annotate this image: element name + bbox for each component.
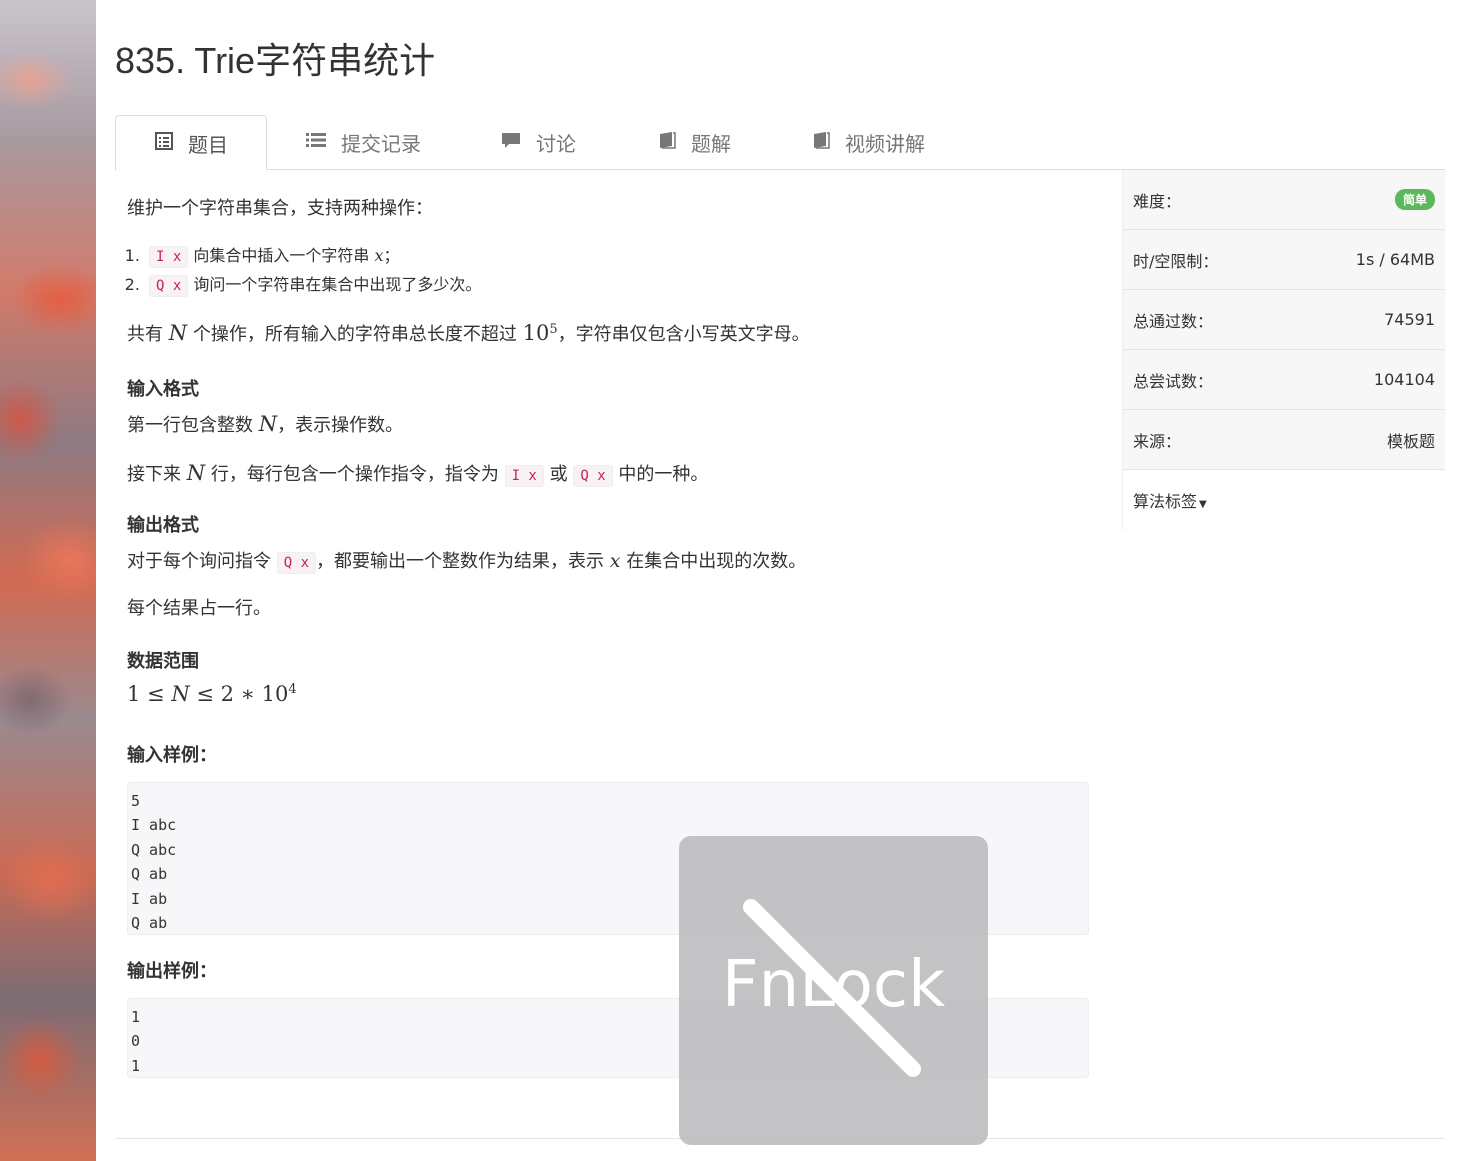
problem-description: 维护一个字符串集合，支持两种操作： I x 向集合中插入一个字符串 x； Q x… (127, 195, 1092, 711)
tab-discussion[interactable]: 讨论 (500, 115, 576, 169)
output-line1: 对于每个询问指令 Q x ，都要输出一个整数作为结果，表示 x 在集合中出现的次数… (127, 547, 1092, 576)
inline-code: Q x (276, 551, 317, 574)
source-row: 来源： 模板题 (1122, 410, 1445, 470)
source-label: 来源： (1133, 431, 1182, 451)
math-var: N (258, 411, 278, 436)
limit-value: 1s / 64MB (1355, 250, 1435, 269)
tab-video[interactable]: 视频讲解 (811, 115, 925, 169)
math-var: N (168, 321, 188, 345)
difficulty-label: 难度： (1133, 191, 1182, 211)
text: 个操作，所有输入的字符串总长度不超过 (192, 324, 517, 345)
input-line2: 接下来 N 行，每行包含一个操作指令，指令为 I x 或 Q x 中的一种。 (127, 458, 1092, 490)
book-icon (811, 130, 831, 155)
tab-label: 视频讲解 (845, 131, 925, 156)
algorithm-tags-dropdown[interactable]: 算法标签 ▼ (1122, 470, 1445, 530)
limit-label: 时/空限制： (1133, 251, 1219, 271)
math-var: N (171, 682, 190, 706)
inline-code: Q x (573, 465, 613, 487)
tab-bar: 题目 提交记录 讨论 题解 视频讲解 (115, 115, 1445, 171)
text: 行，每行包含一个操作指令，指令为 (210, 464, 499, 485)
tried-label: 总尝试数： (1133, 371, 1214, 391)
text: ，表示操作数。 (277, 414, 404, 436)
page-title: 835. Trie字符串统计 (115, 40, 436, 81)
fnlock-disabled-icon (743, 899, 921, 1077)
constraint-paragraph: 共有 N 个操作，所有输入的字符串总长度不超过 105，字符串仅包含小写英文字母… (127, 318, 1092, 350)
text: 或 (549, 464, 568, 485)
math-text: 1 ≤ (127, 682, 172, 706)
tab-solutions[interactable]: 题解 (657, 115, 731, 169)
passed-label: 总通过数： (1133, 311, 1214, 331)
passed-row: 总通过数： 74591 (1122, 290, 1445, 350)
list-item: Q x 询问一个字符串在集合中出现了多少次。 (145, 271, 1092, 300)
operation-list: I x 向集合中插入一个字符串 x； Q x 询问一个字符串在集合中出现了多少次… (127, 242, 1092, 300)
inline-code: I x (149, 246, 189, 268)
tab-label: 题解 (691, 131, 731, 156)
text: ，都要输出一个整数作为结果，表示 (316, 550, 605, 572)
list-icon (305, 130, 327, 155)
difficulty-badge: 简单 (1394, 189, 1435, 210)
tab-problem[interactable]: 题目 (115, 115, 267, 171)
sample-input-title: 输入样例： (127, 745, 217, 766)
text: 中的一种。 (618, 464, 709, 485)
data-range-title: 数据范围 (127, 651, 199, 672)
text: 共有 (127, 324, 163, 345)
fnlock-overlay: FnLock (679, 836, 988, 1145)
math-var: x (374, 246, 384, 265)
math-var: N (186, 461, 206, 485)
sample-output-title: 输出样例： (127, 961, 217, 982)
math-exponent: 5 (549, 322, 558, 337)
caret-down-icon: ▼ (1199, 499, 1207, 510)
tags-label: 算法标签 (1133, 492, 1198, 511)
inline-code: Q x (149, 275, 189, 297)
comment-icon (500, 130, 522, 155)
output-format-title: 输出格式 (127, 514, 199, 536)
tab-label: 题目 (188, 132, 228, 157)
math-var: x (609, 549, 621, 572)
book-icon (657, 130, 677, 155)
tab-submissions[interactable]: 提交记录 (305, 115, 421, 169)
tried-value: 104104 (1373, 370, 1435, 389)
input-line1: 第一行包含整数 N，表示操作数。 (127, 409, 1092, 441)
tab-label: 讨论 (536, 131, 576, 156)
data-range-formula: 1 ≤ N ≤ 2 ∗ 104 (127, 679, 1092, 711)
op-text: 询问一个字符串在集合中出现了多少次。 (193, 275, 482, 294)
text: 第一行包含整数 (127, 414, 253, 436)
problem-intro: 维护一个字符串集合，支持两种操作： (127, 198, 433, 219)
problem-info-sidebar: 难度： 简单 时/空限制： 1s / 64MB 总通过数： 74591 总尝试数… (1122, 170, 1445, 530)
op-text: ； (383, 246, 400, 265)
math-exponent: 4 (288, 682, 297, 697)
tab-label: 提交记录 (341, 131, 421, 156)
list-alt-icon (154, 131, 174, 156)
text: 在集合中出现的次数。 (626, 550, 807, 572)
inline-code: I x (504, 465, 544, 487)
text: 接下来 (127, 464, 181, 485)
op-text: 向集合中插入一个字符串 (193, 246, 370, 265)
difficulty-row: 难度： 简单 (1122, 170, 1445, 230)
input-format-title: 输入格式 (127, 378, 199, 400)
source-value[interactable]: 模板题 (1387, 428, 1435, 452)
algorithm-tags-toggle[interactable]: 算法标签 ▼ (1133, 488, 1207, 512)
passed-value: 74591 (1384, 310, 1435, 329)
text: 对于每个询问指令 (127, 550, 271, 572)
limit-row: 时/空限制： 1s / 64MB (1122, 230, 1445, 290)
background-image-strip (0, 0, 96, 1161)
output-line2: 每个结果占一行。 (127, 598, 271, 619)
list-item: I x 向集合中插入一个字符串 x； (145, 242, 1092, 271)
math-number: 10 (522, 321, 550, 345)
text: ，字符串仅包含小写英文字母。 (557, 324, 810, 345)
tried-row: 总尝试数： 104104 (1122, 350, 1445, 410)
math-text: ≤ 2 ∗ 10 (189, 682, 289, 706)
